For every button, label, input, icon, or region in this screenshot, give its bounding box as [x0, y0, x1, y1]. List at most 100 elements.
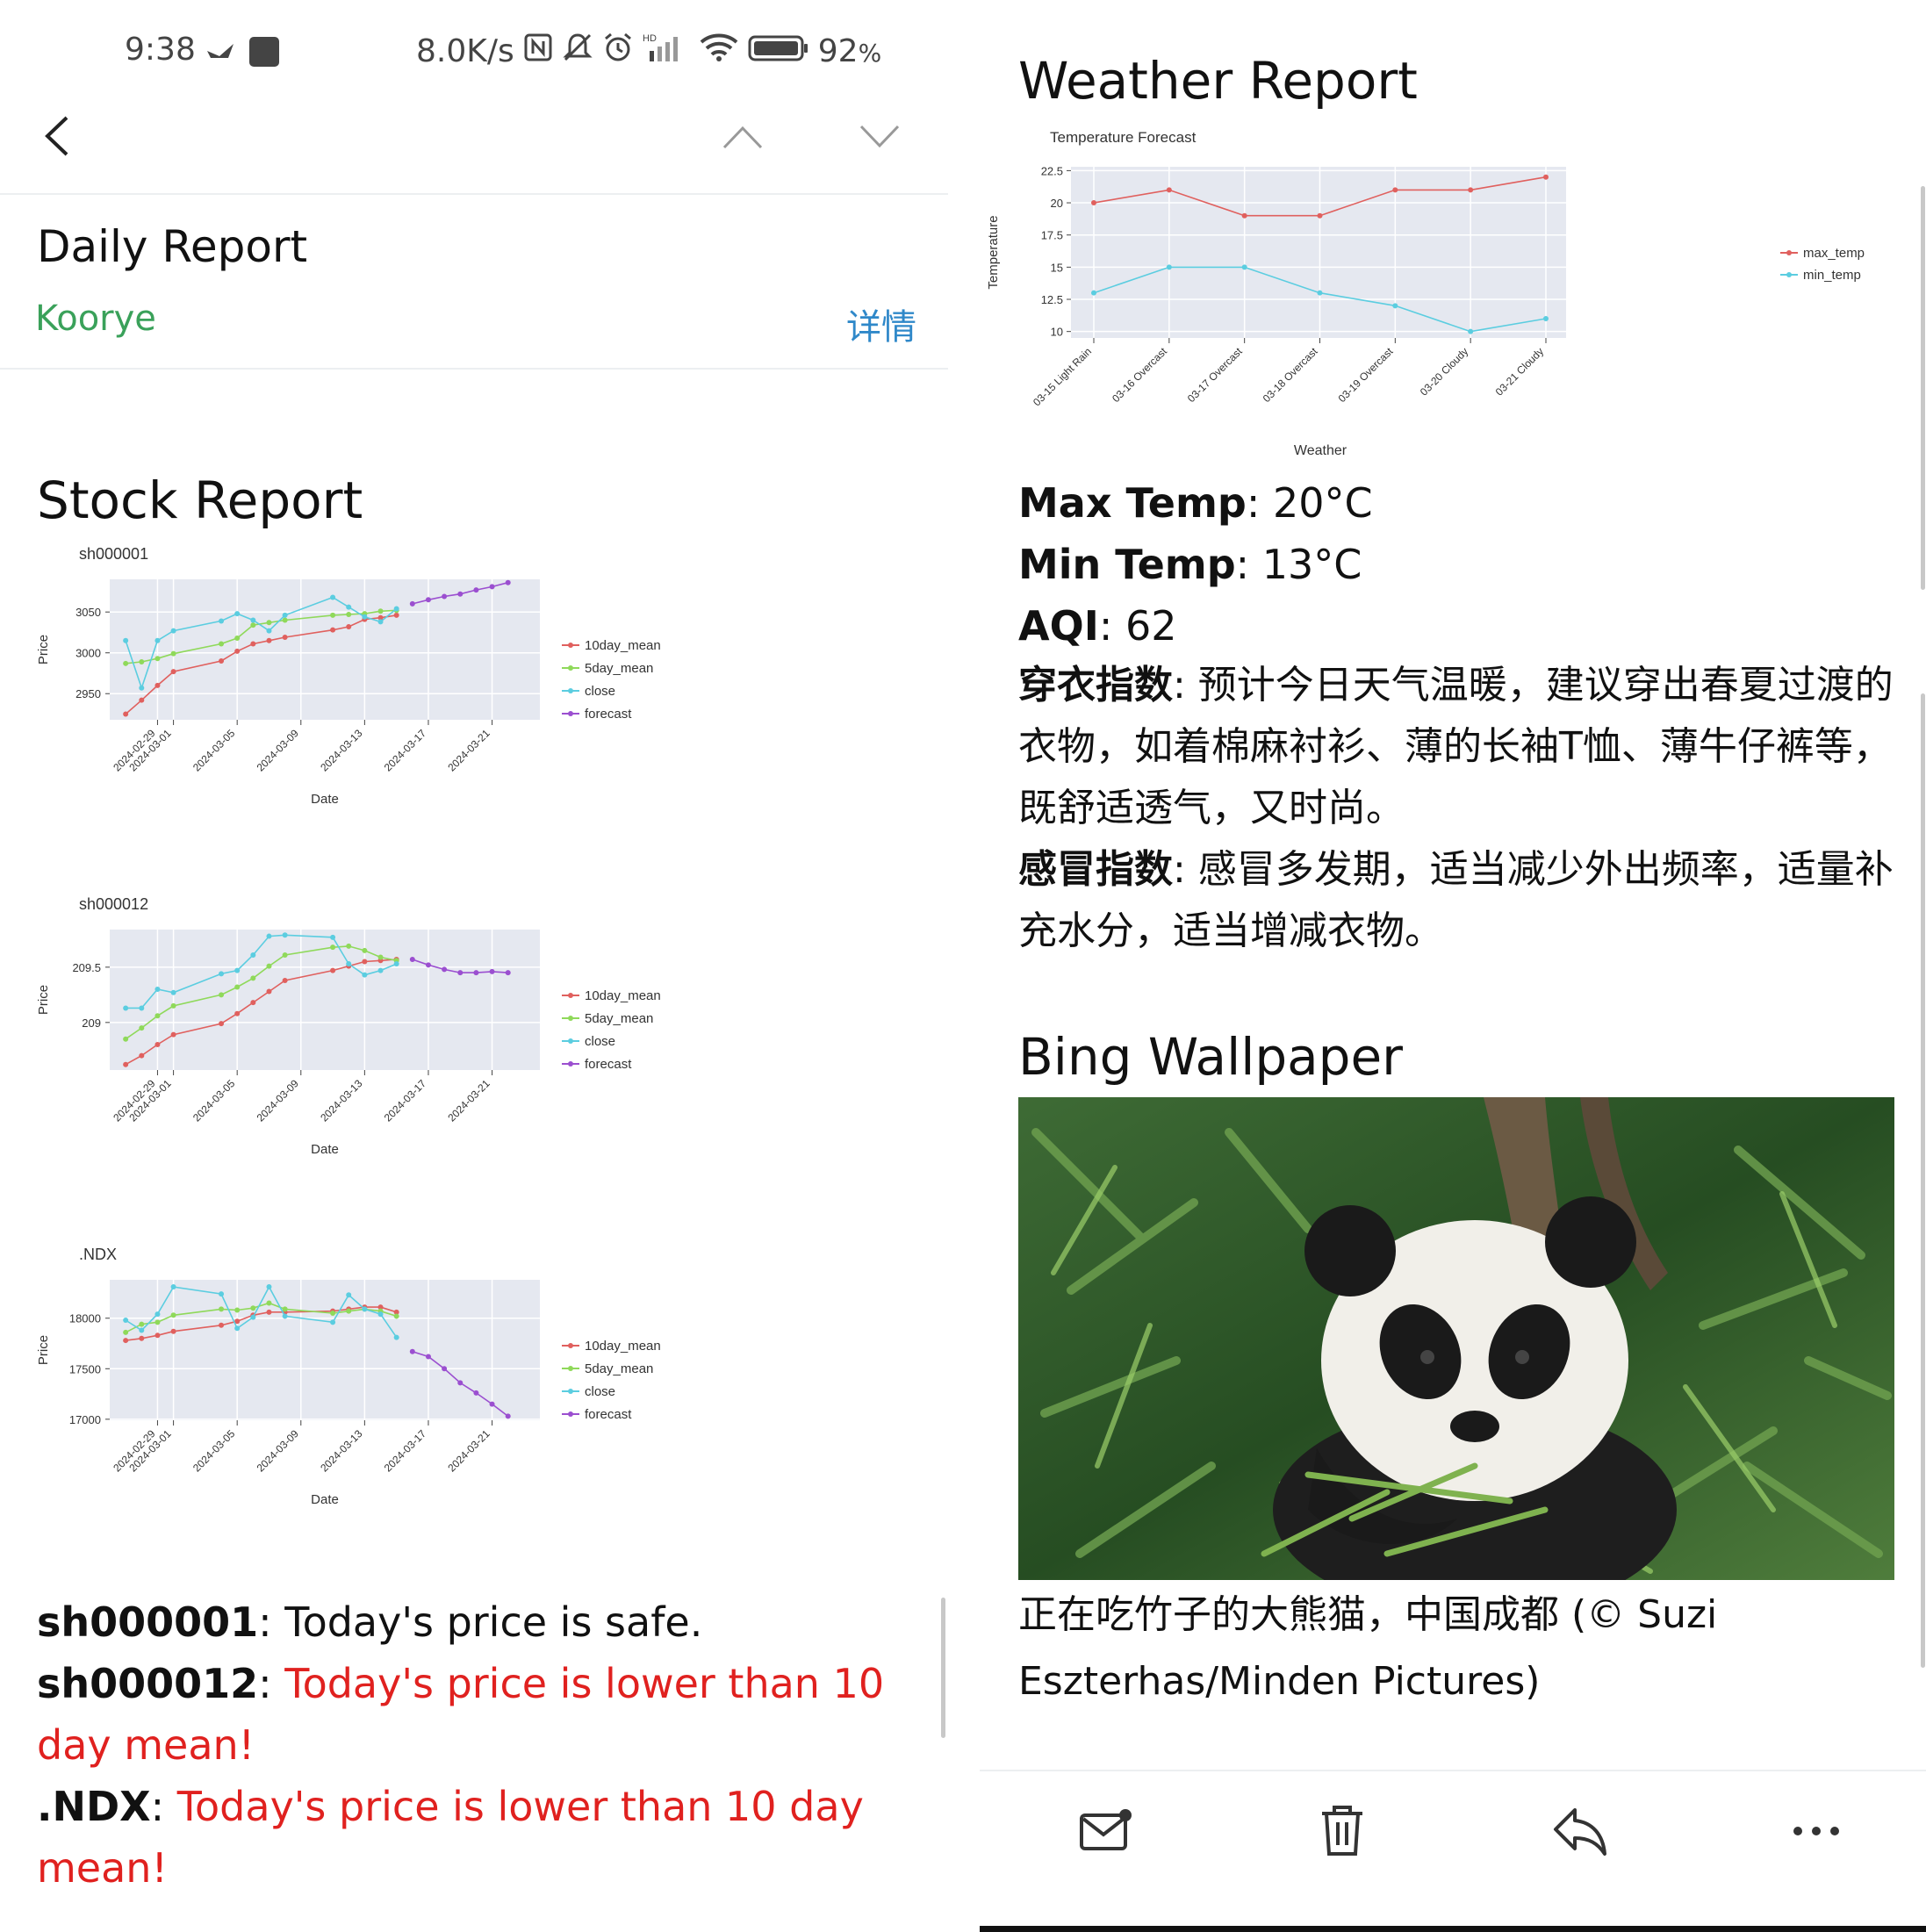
reply-button[interactable]	[1549, 1799, 1610, 1861]
back-button[interactable]	[40, 114, 75, 158]
data-point	[473, 970, 479, 976]
details-link[interactable]: 详情	[846, 298, 916, 349]
x-tick-label: 2024-03-17	[382, 1427, 429, 1475]
data-point	[250, 622, 256, 628]
data-point	[219, 618, 225, 624]
legend-marker	[568, 643, 573, 648]
dress-index-label: 穿衣指数	[1018, 663, 1173, 707]
data-point	[155, 987, 161, 993]
data-point	[1091, 200, 1096, 206]
data-point	[330, 967, 336, 973]
scrollbar[interactable]	[1921, 693, 1925, 1668]
status-time: 9:38	[125, 32, 196, 68]
stock-chart-sh000001: sh000001 2950 3000 3050 2024-02-29 2024-03-01…	[35, 540, 913, 891]
data-point	[139, 1321, 145, 1327]
data-point	[346, 961, 352, 967]
data-point	[123, 1036, 129, 1042]
x-tick-label: 03-17 Overcast	[1185, 345, 1245, 405]
y-tick-label: 20	[1051, 197, 1063, 210]
data-point	[234, 1010, 241, 1016]
data-point	[139, 1052, 145, 1059]
x-tick-label: 2024-03-13	[318, 1427, 365, 1475]
data-point	[377, 967, 384, 973]
more-button[interactable]	[1786, 1799, 1847, 1861]
mail-subject: Daily Report	[37, 221, 308, 272]
nfc-icon	[523, 32, 553, 70]
data-point	[219, 1306, 225, 1312]
chart-title: sh000001	[79, 545, 148, 563]
scrollbar[interactable]	[1921, 186, 1925, 590]
data-point	[139, 685, 145, 691]
legend-label: forecast	[585, 1407, 632, 1422]
scrollbar[interactable]	[941, 1598, 945, 1738]
data-point	[457, 970, 464, 976]
data-point	[170, 669, 176, 675]
data-point	[234, 648, 241, 654]
mail-sender[interactable]: Koorye	[35, 298, 156, 339]
legend-marker	[568, 1343, 573, 1348]
data-point	[170, 1031, 176, 1038]
wallpaper-image[interactable]	[1018, 1097, 1894, 1580]
data-point	[425, 1354, 431, 1360]
y-tick-label: 15	[1051, 261, 1063, 274]
delete-button[interactable]	[1312, 1799, 1373, 1861]
data-point	[330, 1319, 336, 1325]
legend-label: forecast	[585, 707, 632, 722]
data-point	[473, 587, 479, 593]
data-point	[362, 947, 368, 953]
data-point	[219, 1021, 225, 1027]
data-point	[330, 944, 336, 951]
chart-title: .NDX	[79, 1246, 117, 1263]
data-point	[266, 620, 272, 626]
legend-marker	[568, 665, 573, 671]
data-point	[1317, 212, 1323, 219]
max-temp-label: Max Temp	[1018, 479, 1247, 527]
x-tick-label: 2024-03-09	[255, 1427, 302, 1475]
data-point	[266, 1309, 272, 1315]
data-point	[442, 966, 448, 973]
data-point	[362, 1306, 368, 1312]
mail-icon	[1080, 1809, 1132, 1850]
data-point	[1468, 187, 1474, 193]
legend-marker	[568, 688, 573, 693]
data-point	[155, 1332, 161, 1339]
data-point	[330, 612, 336, 618]
cold-index-label: 感冒指数	[1018, 847, 1173, 892]
data-point	[170, 628, 176, 634]
x-tick-label: 2024-03-17	[382, 727, 429, 774]
y-tick-label: 22.5	[1041, 164, 1063, 177]
data-point	[1091, 290, 1096, 296]
data-point	[266, 628, 272, 634]
data-point	[377, 608, 384, 614]
legend-label: 10day_mean	[585, 988, 661, 1003]
data-point	[155, 1042, 161, 1048]
data-point	[377, 954, 384, 960]
data-point	[250, 952, 256, 958]
next-mail-button[interactable]	[859, 123, 901, 151]
data-point	[250, 617, 256, 623]
chevron-up-icon	[722, 126, 763, 149]
legend-marker	[568, 711, 573, 716]
y-axis-label: Temperature	[986, 215, 1001, 289]
x-tick-label: 2024-03-17	[382, 1077, 429, 1124]
data-point	[409, 1348, 415, 1354]
previous-mail-button[interactable]	[722, 123, 764, 151]
y-axis-label: Price	[36, 1335, 51, 1365]
data-point	[123, 711, 129, 717]
y-tick-label: 17000	[69, 1413, 101, 1426]
data-point	[266, 637, 272, 643]
x-tick-label: 2024-03-05	[190, 1427, 238, 1475]
data-point	[282, 617, 288, 623]
mark-unread-button[interactable]	[1074, 1799, 1136, 1861]
data-point	[234, 1325, 241, 1332]
data-point	[409, 600, 415, 607]
data-point	[425, 962, 431, 968]
data-point	[330, 934, 336, 940]
x-tick-label: 2024-03-09	[255, 1077, 302, 1124]
legend-marker	[568, 1038, 573, 1044]
data-point	[170, 1002, 176, 1009]
data-point	[282, 635, 288, 641]
legend-label: close	[585, 1384, 615, 1399]
weather-report-title: Weather Report	[1018, 51, 1418, 111]
data-point	[505, 579, 511, 585]
